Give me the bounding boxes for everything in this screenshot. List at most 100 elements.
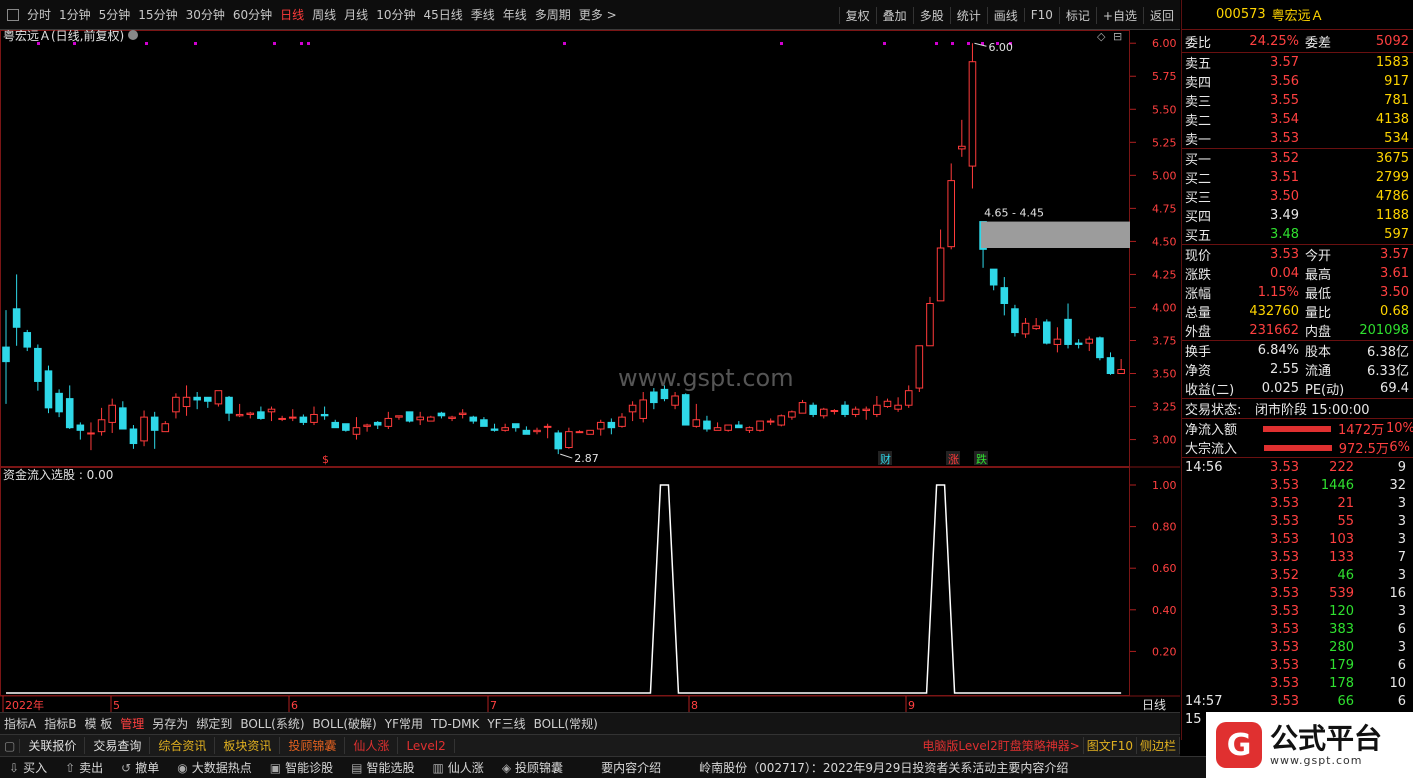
buy-price: 3.48	[1270, 227, 1299, 242]
sell-row[interactable]: 卖一 3.53 534	[1182, 129, 1413, 148]
toolbar-action-3[interactable]: 统计	[949, 6, 987, 24]
toolbar-action-2[interactable]: 多股	[912, 6, 950, 24]
buy-row[interactable]: 买五 3.48 597	[1182, 225, 1413, 244]
event-tag[interactable]: 涨	[948, 453, 959, 466]
kline-chart[interactable]: 粤宏远Ａ(日线,前复权) ◇ ⊟ 6.00 5.75 5.50 5.25 5.00 4.75 4.…	[0, 30, 1180, 712]
indicator-tab-2[interactable]: 模 板	[80, 715, 116, 732]
toolbar-action-0[interactable]: 复权	[838, 6, 876, 24]
candle	[203, 396, 212, 408]
sell-row[interactable]: 卖四 3.56 917	[1182, 72, 1413, 91]
period-tab-5[interactable]: 60分钟	[229, 6, 276, 23]
info-tab-5[interactable]: 仙人涨	[345, 737, 399, 754]
period-tab-1[interactable]: 1分钟	[55, 6, 95, 23]
buy-row[interactable]: 买四 3.49 1188	[1182, 206, 1413, 225]
toolbar-action-6[interactable]: 标记	[1058, 6, 1096, 24]
buy-row[interactable]: 买二 3.51 2799	[1182, 168, 1413, 187]
trade-button-3[interactable]: ◉ 大数据热点	[168, 759, 261, 776]
indicator-tab-9[interactable]: TD-DMK	[427, 717, 483, 731]
event-tag[interactable]: 财	[880, 452, 891, 466]
candle	[639, 392, 648, 423]
tick-price: 3.52	[1270, 567, 1299, 583]
trade-button-1[interactable]: ⇧ 卖出	[56, 759, 112, 776]
indicator-tab-7[interactable]: BOLL(破解)	[309, 715, 381, 732]
sell-row[interactable]: 卖二 3.54 4138	[1182, 110, 1413, 129]
info-right-tab-1[interactable]: 图文F10	[1084, 737, 1137, 754]
event-tag[interactable]: 跌	[976, 452, 987, 466]
tick-row: 3.53 1446 32	[1182, 476, 1413, 494]
candle	[713, 422, 722, 431]
indicator-tab-1[interactable]: 指标B	[40, 715, 80, 732]
candle	[55, 389, 63, 418]
toolbar-action-8[interactable]: 返回	[1142, 6, 1180, 24]
sell-row[interactable]: 卖五 3.57 1583	[1182, 53, 1413, 72]
price-tick-label: 3.25	[1152, 401, 1177, 414]
tick-volume: 133	[1329, 549, 1354, 565]
indicator-tab-11[interactable]: BOLL(常规)	[530, 715, 602, 732]
indicator-tab-6[interactable]: BOLL(系统)	[236, 715, 308, 732]
chart-title-dropdown-icon[interactable]	[128, 30, 138, 40]
info-tab-4[interactable]: 投顾锦囊	[280, 737, 346, 754]
toolbar-action-1[interactable]: 叠加	[875, 6, 913, 24]
stat-value-2: 6.33亿	[1367, 364, 1409, 379]
trade-button-4[interactable]: ▣ 智能诊股	[261, 759, 342, 776]
candle	[2, 310, 10, 404]
period-tab-14[interactable]: 更多 >	[575, 6, 621, 23]
period-tab-0[interactable]: 分时	[23, 6, 55, 23]
info-tab-3[interactable]: 板块资讯	[215, 737, 281, 754]
month-label: 8	[691, 699, 698, 712]
tick-count: 6	[1397, 657, 1406, 673]
logo-url: www.gspt.com	[1270, 753, 1363, 767]
period-tab-4[interactable]: 30分钟	[182, 6, 229, 23]
info-tab-1[interactable]: 交易查询	[85, 737, 151, 754]
tick-time: 14:57	[1185, 693, 1223, 709]
low-price-label: 2.87	[574, 452, 599, 465]
trade-button-5[interactable]: ▤ 智能选股	[342, 759, 423, 776]
buy-row[interactable]: 买三 3.50 4786	[1182, 187, 1413, 206]
indicator-tab-0[interactable]: 指标A	[0, 715, 40, 732]
period-tab-11[interactable]: 季线	[467, 6, 499, 23]
candle	[915, 345, 924, 393]
indicator-tab-10[interactable]: YF三线	[483, 715, 529, 732]
toolbar-action-7[interactable]: +自选	[1095, 6, 1143, 24]
period-tab-10[interactable]: 45日线	[419, 6, 466, 23]
sell-row[interactable]: 卖三 3.55 781	[1182, 91, 1413, 110]
period-tab-9[interactable]: 10分钟	[372, 6, 419, 23]
info-tabs: ▢ 关联报价 交易查询 综合资讯 板块资讯 投顾锦囊 仙人涨 Level2 电脑版Level2盯…	[0, 734, 1180, 756]
info-tab-6[interactable]: Level2	[398, 738, 455, 753]
indicator-tab-4[interactable]: 另存为	[148, 715, 192, 732]
info-tab-0[interactable]: 关联报价	[20, 737, 86, 754]
trade-button-7[interactable]: ◈ 投顾锦囊	[493, 759, 572, 776]
indicator-tab-8[interactable]: YF常用	[381, 715, 427, 732]
stat-label: 现价	[1185, 249, 1212, 264]
indicator-tab-3[interactable]: 管理	[116, 715, 148, 732]
period-tab-8[interactable]: 月线	[340, 6, 372, 23]
period-tab-2[interactable]: 5分钟	[95, 6, 135, 23]
trade-button-0[interactable]: ⇩ 买入	[0, 759, 56, 776]
tick-count: 3	[1397, 603, 1406, 619]
info-right-tab-0[interactable]: 电脑版Level2盯盘策略神器>	[919, 737, 1084, 754]
square-icon[interactable]: ▢	[0, 738, 21, 753]
candle	[246, 411, 255, 419]
candle	[34, 344, 42, 391]
trade-button-2[interactable]: ↺ 撤单	[112, 759, 168, 776]
news-ticker-1[interactable]: 要内容介绍	[592, 759, 670, 776]
period-tab-7[interactable]: 周线	[308, 6, 340, 23]
period-tab-12[interactable]: 年线	[499, 6, 531, 23]
indicator-tab-5[interactable]: 绑定到	[192, 715, 236, 732]
info-right-tab-2[interactable]: 侧边栏	[1137, 737, 1180, 754]
trade-button-6[interactable]: ▥ 仙人涨	[423, 759, 492, 776]
period-tab-13[interactable]: 多周期	[531, 6, 575, 23]
sell-level-label: 卖一	[1185, 133, 1212, 148]
toolbar-action-4[interactable]: 画线	[986, 6, 1024, 24]
info-tab-2[interactable]: 综合资讯	[150, 737, 216, 754]
menu-square-icon[interactable]	[7, 8, 19, 21]
flow-value: 1472万	[1338, 423, 1385, 438]
buy-row[interactable]: 买一 3.52 3675	[1182, 149, 1413, 168]
toolbar-action-5[interactable]: F10	[1023, 8, 1059, 22]
candle	[575, 430, 584, 434]
event-tag[interactable]: $	[322, 453, 329, 466]
period-tab-6[interactable]: 日线	[276, 6, 308, 23]
event-dot	[300, 42, 303, 45]
period-tab-3[interactable]: 15分钟	[134, 6, 181, 23]
news-ticker-2[interactable]: 岭南股份（002717）：2022年9月29日投资者关系活动主要内容介绍	[690, 759, 1077, 776]
